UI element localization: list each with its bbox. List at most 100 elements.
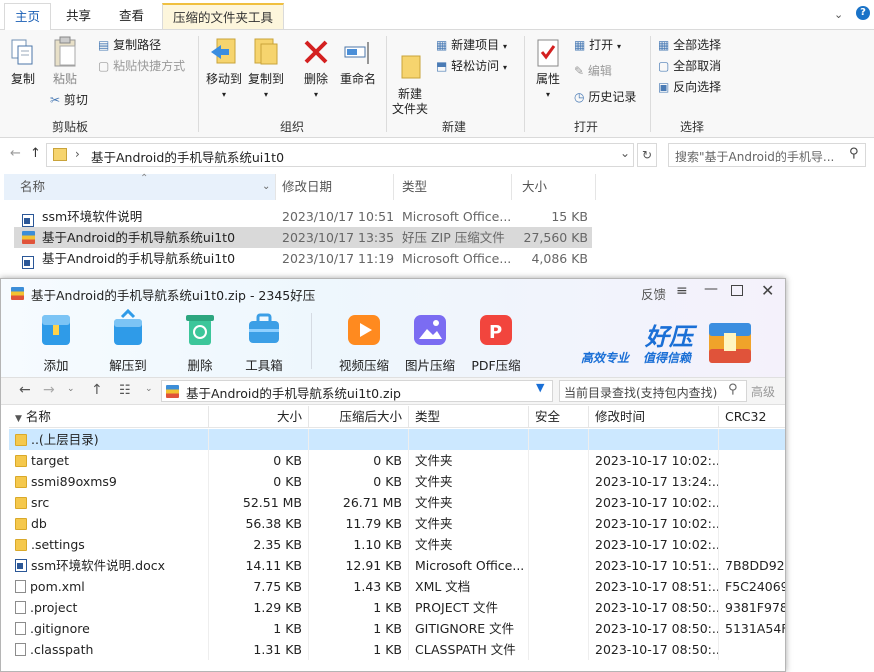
paste-button[interactable]: 粘贴 bbox=[48, 36, 82, 87]
delete-x-icon bbox=[304, 40, 328, 64]
archive-row[interactable]: target 0 KB 0 KB 文件夹 2023-10-17 10:02:... bbox=[9, 450, 785, 471]
tab-share[interactable]: 共享 bbox=[56, 3, 101, 29]
paste-shortcut-button[interactable]: ▢ 粘贴快捷方式 bbox=[98, 56, 185, 76]
column-name[interactable]: 名称 ⌃ ⌄ bbox=[4, 173, 276, 200]
file-row[interactable]: ssm环境软件说明 2023/10/17 10:51 Microsoft Off… bbox=[14, 206, 592, 227]
file-row-selected[interactable]: 基于Android的手机导航系统ui1t0 2023/10/17 13:35 好… bbox=[14, 227, 592, 248]
minimize-icon[interactable]: — bbox=[704, 281, 718, 297]
zip-archive-icon bbox=[166, 385, 179, 398]
delete-archive-button[interactable]: 删除 bbox=[169, 309, 231, 373]
column-modified[interactable]: 修改日期 bbox=[276, 174, 394, 200]
refresh-icon[interactable]: ↻ bbox=[637, 143, 657, 167]
address-path: 基于Android的手机导航系统ui1t0 bbox=[91, 150, 285, 165]
archive-row[interactable]: .settings 2.35 KB 1.10 KB 文件夹 2023-10-17 10:… bbox=[9, 534, 785, 555]
back-arrow-icon[interactable]: ← bbox=[19, 382, 31, 398]
archive-row[interactable]: .gitignore 1 KB 1 KB GITIGNORE 文件 2023-10-17… bbox=[9, 618, 785, 639]
file-row[interactable]: 基于Android的手机导航系统ui1t0 2023/10/17 11:19 M… bbox=[14, 248, 592, 269]
image-compress-label: 图片压缩 bbox=[404, 358, 455, 373]
entry-size: 7.75 KB bbox=[209, 576, 309, 597]
open-button[interactable]: ▦ 打开 ▾ bbox=[574, 35, 621, 55]
address-dropdown-icon[interactable]: ⌄ bbox=[620, 146, 630, 160]
archive-row[interactable]: pom.xml 7.75 KB 1.43 KB XML 文档 2023-10-17 08… bbox=[9, 576, 785, 597]
column-name[interactable]: ▼ 名称 bbox=[9, 406, 209, 428]
column-size[interactable]: 大小 bbox=[209, 406, 309, 428]
entry-modified-time bbox=[589, 429, 719, 450]
archive-row[interactable]: src 52.51 MB 26.71 MB 文件夹 2023-10-17 10:02:.… bbox=[9, 492, 785, 513]
word-doc-icon bbox=[22, 256, 34, 269]
menu-icon[interactable]: ≡ bbox=[676, 283, 688, 299]
history-button[interactable]: ◷ 历史记录 bbox=[574, 87, 636, 107]
add-button[interactable]: 添加 bbox=[25, 309, 87, 373]
toolbox-button[interactable]: 工具箱 bbox=[233, 309, 295, 373]
up-arrow-icon[interactable]: ↑ bbox=[91, 382, 103, 398]
address-bar[interactable]: › 基于Android的手机导航系统ui1t0 bbox=[46, 143, 634, 167]
pdf-compress-button[interactable]: P PDF压缩 bbox=[465, 309, 527, 373]
column-security[interactable]: 安全 bbox=[529, 406, 589, 428]
column-modified-time[interactable]: 修改时间 bbox=[589, 406, 719, 428]
column-type[interactable]: 类型 bbox=[409, 406, 529, 428]
archive-row[interactable]: ssmi89oxms9 0 KB 0 KB 文件夹 2023-10-17 13:24:.… bbox=[9, 471, 785, 492]
entry-name-cell: ssmi89oxms9 bbox=[9, 471, 209, 492]
copy-button[interactable]: 复制 bbox=[6, 38, 40, 87]
archive-row[interactable]: .classpath 1.31 KB 1 KB CLASSPATH 文件 2023-10… bbox=[9, 639, 785, 660]
help-icon[interactable]: ? bbox=[856, 6, 870, 20]
history-dropdown-icon[interactable]: ⌄ bbox=[67, 384, 75, 394]
archive-row[interactable]: .project 1.29 KB 1 KB PROJECT 文件 2023-10-17 … bbox=[9, 597, 785, 618]
edit-button[interactable]: ✎ 编辑 bbox=[574, 61, 612, 81]
properties-button[interactable]: 属性 ▾ bbox=[530, 38, 566, 102]
entry-modified-time: 2023-10-17 08:50:... bbox=[589, 597, 719, 618]
up-arrow-icon[interactable]: ↑ bbox=[30, 146, 41, 161]
advanced-search-link[interactable]: 高级 bbox=[751, 383, 775, 400]
haozip-window: 基于Android的手机导航系统ui1t0.zip - 2345好压 反馈 ≡ … bbox=[0, 278, 786, 672]
cut-button[interactable]: ✂ 剪切 bbox=[50, 90, 88, 110]
forward-arrow-icon[interactable]: → bbox=[43, 382, 55, 398]
invert-selection-button[interactable]: ▣ 反向选择 bbox=[658, 77, 721, 97]
archive-row[interactable]: ssm环境软件说明.docx 14.11 KB 12.91 KB Microsoft … bbox=[9, 555, 785, 576]
archive-path-bar[interactable]: 基于Android的手机导航系统ui1t0.zip ▼ bbox=[161, 380, 553, 402]
copy-to-button[interactable]: 复制到 ▾ bbox=[246, 36, 286, 102]
easy-access-button[interactable]: ⬒ 轻松访问 ▾ bbox=[436, 56, 507, 76]
file-icon bbox=[15, 622, 26, 635]
search-placeholder: 搜索"基于Android的手机导... bbox=[675, 150, 835, 164]
tab-view[interactable]: 查看 bbox=[109, 3, 154, 29]
close-icon[interactable]: ✕ bbox=[761, 281, 774, 300]
image-compress-button[interactable]: 图片压缩 bbox=[399, 309, 461, 373]
history-icon: ◷ bbox=[574, 90, 585, 104]
entry-crc32 bbox=[719, 492, 785, 513]
entry-crc32 bbox=[719, 639, 785, 660]
column-packed-size[interactable]: 压缩后大小 bbox=[309, 406, 409, 428]
select-none-button[interactable]: ▢ 全部取消 bbox=[658, 56, 721, 76]
entry-security bbox=[529, 429, 589, 450]
maximize-icon[interactable] bbox=[731, 285, 743, 296]
column-type[interactable]: 类型 bbox=[394, 174, 512, 200]
tab-home[interactable]: 主页 bbox=[4, 3, 52, 31]
column-size[interactable]: 大小 bbox=[512, 174, 596, 200]
delete-button[interactable]: 删除 ▾ bbox=[298, 38, 334, 102]
column-crc32[interactable]: CRC32 bbox=[719, 406, 785, 428]
file-list-header: 名称 ⌃ ⌄ 修改日期 类型 大小 bbox=[0, 173, 874, 200]
search-box[interactable]: 搜索"基于Android的手机导... ⚲ bbox=[668, 143, 866, 167]
folder-icon bbox=[15, 518, 27, 530]
archive-row[interactable]: db 56.38 KB 11.79 KB 文件夹 2023-10-17 10:02:..… bbox=[9, 513, 785, 534]
archive-search-box[interactable]: 当前目录查找(支持包内查找) ⚲ bbox=[559, 380, 747, 402]
video-compress-button[interactable]: 视频压缩 bbox=[333, 309, 395, 373]
ribbon-collapse-icon[interactable]: ⌄ bbox=[834, 8, 843, 21]
new-item-button[interactable]: ▦ 新建项目 ▾ bbox=[436, 35, 507, 55]
view-mode-icon[interactable]: ☷ bbox=[119, 383, 131, 398]
extract-to-button[interactable]: 解压到 bbox=[97, 308, 159, 373]
rename-button[interactable]: 重命名 bbox=[338, 38, 378, 87]
view-dropdown-icon[interactable]: ⌄ bbox=[145, 384, 153, 394]
dropdown-arrow-icon: ▾ bbox=[313, 90, 318, 99]
path-dropdown-icon[interactable]: ▼ bbox=[536, 381, 544, 394]
pdf-compress-label: PDF压缩 bbox=[471, 358, 521, 373]
select-all-button[interactable]: ▦ 全部选择 bbox=[658, 35, 721, 55]
tab-compressed-folder-tools[interactable]: 压缩的文件夹工具 bbox=[162, 3, 285, 29]
entry-modified-time: 2023-10-17 08:51:... bbox=[589, 576, 719, 597]
feedback-link[interactable]: 反馈 bbox=[641, 284, 666, 303]
copy-path-button[interactable]: ▤ 复制路径 bbox=[98, 35, 161, 55]
parent-directory-row[interactable]: ..(上层目录) bbox=[9, 429, 785, 450]
move-to-button[interactable]: 移动到 ▾ bbox=[204, 36, 244, 102]
toolbar-divider bbox=[311, 313, 312, 369]
back-arrow-icon[interactable]: ← bbox=[10, 146, 21, 161]
entry-name: .settings bbox=[30, 537, 85, 552]
